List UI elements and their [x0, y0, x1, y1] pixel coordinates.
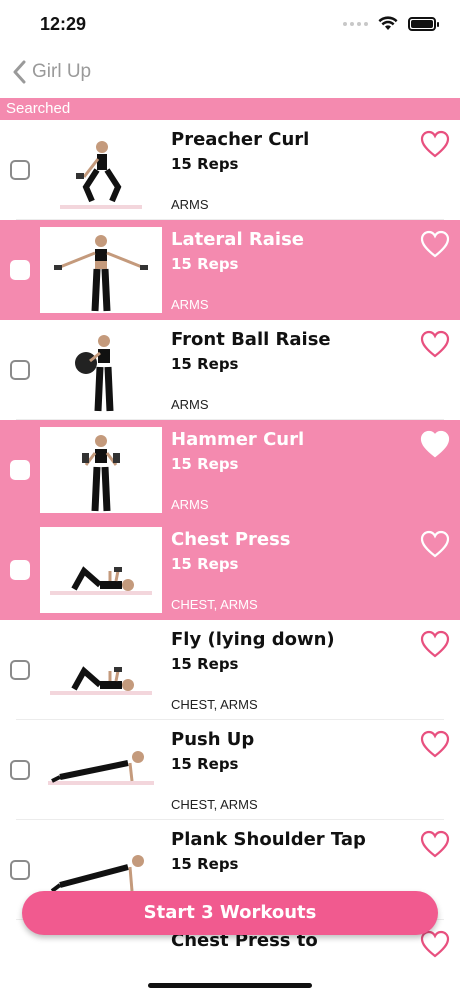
exercise-title: Preacher Curl [171, 129, 310, 150]
select-checkbox[interactable] [10, 360, 30, 380]
exercise-image [40, 527, 162, 613]
heart-icon[interactable] [420, 830, 450, 858]
exercise-image [40, 227, 162, 313]
wifi-icon [378, 16, 398, 30]
exercise-image [40, 427, 162, 513]
exercise-reps: 15 Reps [171, 555, 239, 573]
exercise-reps: 15 Reps [171, 655, 239, 673]
start-workouts-button[interactable]: Start 3 Workouts [22, 891, 438, 935]
exercise-row[interactable]: Hammer Curl 15 Reps ARMS [0, 420, 460, 520]
chevron-left-icon [13, 60, 26, 84]
exercise-title: Hammer Curl [171, 429, 305, 450]
heart-icon[interactable] [420, 530, 450, 558]
exercise-tags: CHEST, ARMS [171, 697, 258, 712]
exercise-title: Lateral Raise [171, 229, 304, 250]
heart-icon[interactable] [420, 630, 450, 658]
exercise-title: Front Ball Raise [171, 329, 331, 350]
heart-icon[interactable] [420, 930, 450, 958]
heart-icon[interactable] [420, 330, 450, 358]
exercise-reps: 15 Reps [171, 155, 239, 173]
exercise-title: Fly (lying down) [171, 629, 335, 650]
exercise-reps: 15 Reps [171, 255, 239, 273]
exercise-row[interactable]: Fly (lying down) 15 Reps CHEST, ARMS [0, 620, 460, 720]
exercise-image [40, 727, 162, 813]
exercise-image [40, 627, 162, 713]
exercise-tags: CHEST, ARMS [171, 797, 258, 812]
status-time: 12:29 [40, 14, 87, 34]
back-label: Girl Up [32, 61, 92, 82]
heart-icon[interactable] [420, 430, 450, 458]
exercise-tags: ARMS [171, 297, 209, 312]
exercise-row[interactable]: Preacher Curl 15 Reps ARMS [0, 120, 460, 220]
exercise-list: Preacher Curl 15 Reps ARMS Lateral Raise 15 … [0, 120, 460, 920]
battery-icon [408, 16, 439, 31]
exercise-reps: 15 Reps [171, 455, 239, 473]
exercise-tags: ARMS [171, 197, 209, 212]
home-indicator [148, 983, 312, 988]
signal-icon [343, 21, 368, 26]
exercise-tags: CHEST, ARMS [171, 597, 258, 612]
exercise-reps: 15 Reps [171, 855, 239, 873]
exercise-row[interactable]: Front Ball Raise 15 Reps ARMS [0, 320, 460, 420]
heart-icon[interactable] [420, 130, 450, 158]
exercise-reps: 15 Reps [171, 755, 239, 773]
exercise-image [40, 127, 162, 213]
exercise-image [40, 327, 162, 413]
status-bar: 12:29 [0, 0, 460, 50]
back-button[interactable]: Girl Up [12, 60, 91, 84]
exercise-title: Push Up [171, 729, 255, 750]
select-checkbox[interactable] [10, 560, 30, 580]
select-checkbox[interactable] [10, 660, 30, 680]
exercise-row[interactable]: Lateral Raise 15 Reps ARMS [0, 220, 460, 320]
select-checkbox[interactable] [10, 260, 30, 280]
exercise-reps: 15 Reps [171, 355, 239, 373]
status-icons [343, 16, 439, 31]
heart-icon[interactable] [420, 730, 450, 758]
select-checkbox[interactable] [10, 860, 30, 880]
heart-icon[interactable] [420, 230, 450, 258]
select-checkbox[interactable] [10, 460, 30, 480]
navigation-bar: Girl Up [0, 52, 460, 96]
select-checkbox[interactable] [10, 760, 30, 780]
exercise-row[interactable]: Chest Press 15 Reps CHEST, ARMS [0, 520, 460, 620]
section-header: Searched [0, 98, 460, 120]
exercise-title: Chest Press [171, 529, 291, 550]
select-checkbox[interactable] [10, 160, 30, 180]
exercise-title: Plank Shoulder Tap [171, 829, 366, 850]
exercise-row[interactable]: Push Up 15 Reps CHEST, ARMS [0, 720, 460, 820]
exercise-tags: ARMS [171, 397, 209, 412]
exercise-tags: ARMS [171, 497, 209, 512]
